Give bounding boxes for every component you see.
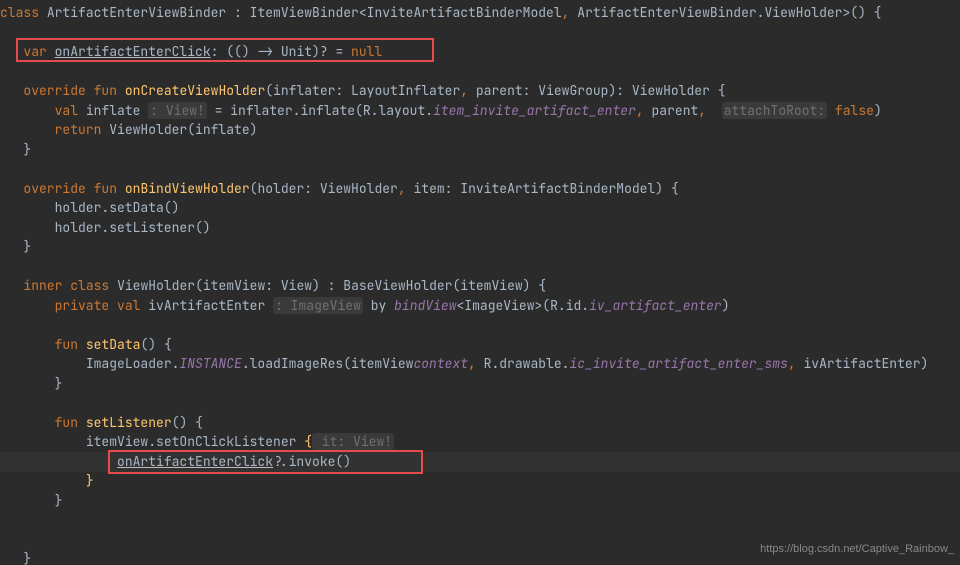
lambda-it-hint: it: View! xyxy=(312,433,394,450)
kw-var: var xyxy=(23,43,46,60)
layout-res: item_invite_artifact_enter xyxy=(433,102,636,119)
onArtifactEnterClick-decl: onArtifactEnterClick xyxy=(55,43,211,60)
fn-setData: setData xyxy=(86,336,141,353)
param-hint: attachToRoot: xyxy=(722,102,827,119)
type-hint: : View! xyxy=(148,102,207,119)
kw-class: class xyxy=(0,4,39,21)
fn-setListener: setListener xyxy=(86,414,172,431)
drawable-res: ic_invite_artifact_enter_sms xyxy=(569,355,787,372)
type-hint: : ImageView xyxy=(273,297,363,314)
id-res: iv_artifact_enter xyxy=(589,297,722,314)
code-content: class ArtifactEnterViewBinder : ItemView… xyxy=(0,3,960,565)
inner-class-name: ViewHolder xyxy=(117,277,195,294)
onArtifactEnterClick-call: onArtifactEnterClick xyxy=(117,453,273,470)
fn-onBindViewHolder: onBindViewHolder xyxy=(125,180,250,197)
code-editor[interactable]: class ArtifactEnterViewBinder : ItemView… xyxy=(0,0,960,565)
class-name: ArtifactEnterViewBinder xyxy=(47,4,226,21)
fn-onCreateViewHolder: onCreateViewHolder xyxy=(125,82,265,99)
